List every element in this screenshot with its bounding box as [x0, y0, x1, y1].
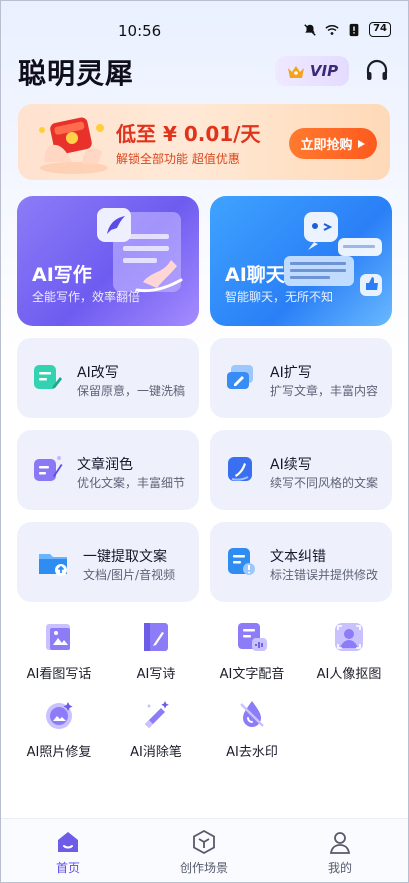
tool-label: AI文字配音 — [219, 667, 285, 682]
chat-robot-icon — [284, 212, 382, 296]
polish-icon — [34, 456, 63, 481]
app-title: 聪明灵犀 — [18, 57, 135, 90]
ai-writing-title: AI写作 — [32, 264, 92, 286]
ai-chat-card[interactable]: AI聊天 智能聊天，无所不知 — [210, 196, 392, 326]
feature-polish[interactable]: 文章润色 优化文案，丰富细节 — [17, 430, 199, 510]
status-time: 10:56 — [118, 22, 162, 40]
nav-home[interactable]: 首页 — [28, 829, 108, 876]
battery-indicator: 74 — [369, 22, 391, 37]
vip-label: VIP — [309, 62, 339, 80]
wifi-icon — [325, 24, 339, 35]
feature-subtitle: 标注错误并提供修改 — [270, 568, 379, 582]
picture-book-icon — [46, 624, 70, 650]
feature-ai-expand[interactable]: AI扩写 扩写文章，丰富内容 — [210, 338, 392, 418]
proofread-icon — [228, 548, 255, 575]
magic-eraser-icon — [145, 701, 169, 728]
feature-title: AI扩写 — [270, 365, 312, 381]
banner-subtitle: 解锁全部功能 超值优惠 — [116, 152, 240, 166]
poem-book-icon — [144, 623, 168, 651]
banner-title: 低至 ¥ 0.01/天 — [116, 122, 261, 146]
ai-chat-subtitle: 智能聊天，无所不知 — [225, 290, 334, 304]
ai-writing-subtitle: 全能写作，效率翻倍 — [32, 290, 141, 304]
tool-label: AI照片修复 — [26, 745, 92, 760]
ai-writing-card[interactable]: AI写作 全能写作，效率翻倍 — [17, 196, 199, 326]
mute-bell-icon — [304, 23, 316, 36]
photo-restore-icon — [46, 702, 73, 729]
folder-upload-icon — [39, 554, 67, 576]
tool-label: AI消除笔 — [130, 745, 182, 760]
portrait-cutout-icon — [335, 623, 363, 651]
buy-now-button[interactable]: 立即抢购 — [289, 128, 377, 159]
tool-portrait-cutout[interactable]: AI人像抠图 — [299, 620, 399, 690]
crown-icon — [287, 66, 304, 78]
feature-proofread[interactable]: 文本纠错 标注错误并提供修改 — [210, 522, 392, 602]
feature-ai-continue[interactable]: AI续写 续写不同风格的文案 — [210, 430, 392, 510]
tool-label: AI人像抠图 — [316, 667, 382, 682]
vip-button[interactable]: VIP — [275, 56, 349, 86]
bottom-nav: 首页 创作场景 我的 — [0, 818, 409, 883]
play-arrow-icon — [357, 139, 365, 148]
rewrite-icon — [34, 365, 62, 389]
tool-photo-restore[interactable]: AI照片修复 — [9, 698, 109, 768]
tool-poetry[interactable]: AI写诗 — [106, 620, 206, 690]
tool-eraser[interactable]: AI消除笔 — [106, 698, 206, 768]
nav-label: 我的 — [327, 861, 352, 875]
feature-subtitle: 续写不同风格的文案 — [270, 476, 379, 490]
tool-label: AI写诗 — [136, 667, 176, 682]
user-profile-icon — [329, 832, 351, 854]
red-envelope-gift-icon — [39, 117, 108, 174]
feature-subtitle: 优化文案，丰富细节 — [77, 476, 186, 490]
nav-mine[interactable]: 我的 — [300, 829, 380, 876]
feature-ai-rewrite[interactable]: AI改写 保留原意，一键洗稿 — [17, 338, 199, 418]
feature-subtitle: 保留原意，一键洗稿 — [77, 384, 186, 398]
feature-title: 文本纠错 — [270, 549, 326, 565]
status-bar: 10:56 74 — [0, 0, 409, 56]
nav-label: 首页 — [55, 861, 80, 875]
headset-icon[interactable] — [364, 58, 390, 84]
tool-picture-writing[interactable]: AI看图写话 — [9, 620, 109, 690]
nav-creation-scenes[interactable]: 创作场景 — [164, 829, 244, 876]
feature-title: 一键提取文案 — [83, 549, 167, 565]
cube-scene-icon — [193, 829, 215, 855]
expand-write-icon — [227, 365, 253, 389]
buy-now-label: 立即抢购 — [300, 138, 353, 153]
feature-title: AI改写 — [77, 365, 119, 381]
continue-write-icon — [228, 457, 252, 481]
water-drop-icon — [240, 701, 264, 727]
sim-alert-icon — [349, 23, 359, 36]
feature-title: 文章润色 — [77, 457, 133, 473]
nav-label: 创作场景 — [179, 861, 228, 875]
promo-banner[interactable]: 低至 ¥ 0.01/天 解锁全部功能 超值优惠 立即抢购 — [18, 104, 390, 180]
writing-document-icon — [97, 208, 183, 293]
voice-document-icon — [238, 623, 267, 651]
tool-watermark-remove[interactable]: AI去水印 — [202, 698, 302, 768]
tool-label: AI去水印 — [226, 745, 278, 760]
feature-subtitle: 文档/图片/音视频 — [83, 568, 176, 582]
tool-text-voiceover[interactable]: AI文字配音 — [202, 620, 302, 690]
ai-chat-title: AI聊天 — [225, 264, 285, 286]
status-icons: 74 — [303, 22, 391, 37]
feature-extract-text[interactable]: 一键提取文案 文档/图片/音视频 — [17, 522, 199, 602]
home-icon — [58, 832, 78, 852]
tool-label: AI看图写话 — [26, 667, 92, 682]
feature-title: AI续写 — [270, 457, 312, 473]
feature-subtitle: 扩写文章，丰富内容 — [270, 384, 379, 398]
